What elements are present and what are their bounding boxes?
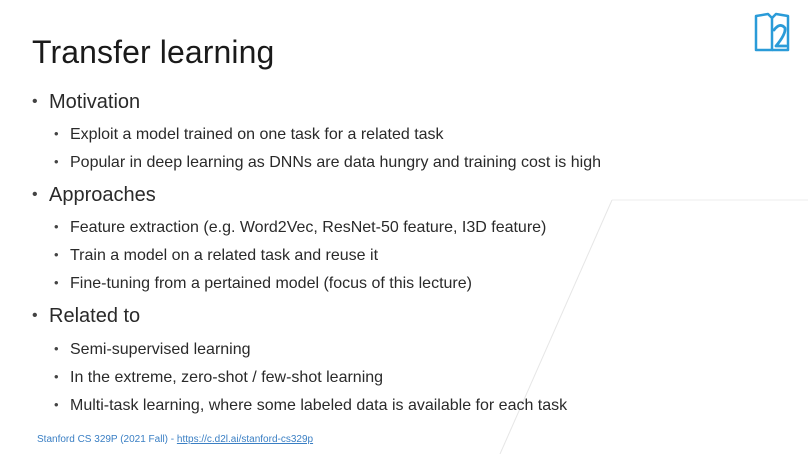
sub-bullet: • Exploit a model trained on one task for… bbox=[54, 126, 444, 144]
sub-bullet: • Multi-task learning, where some labeled… bbox=[54, 397, 567, 415]
bullet-dot: • bbox=[32, 93, 38, 110]
footer-course-link[interactable]: https://c.d2l.ai/stanford-cs329p bbox=[177, 434, 313, 445]
bullet-related-to: • Related to bbox=[32, 305, 140, 328]
sub-bullet-text: Train a model on a related task and reus… bbox=[70, 247, 379, 264]
bullet-dot: • bbox=[32, 307, 38, 324]
sub-bullet: • Popular in deep learning as DNNs are da… bbox=[54, 154, 601, 172]
slide-content: • Motivation • Exploit a model trained on … bbox=[0, 0, 808, 454]
sub-bullet-text: Popular in deep learning as DNNs are dat… bbox=[70, 154, 601, 171]
sub-bullet-dot: • bbox=[54, 397, 59, 412]
sub-bullet: • In the extreme, zero-shot / few-shot le… bbox=[54, 369, 383, 387]
bullet-label: Related to bbox=[49, 305, 141, 327]
sub-bullet: • Fine-tuning from a pertained model (foc… bbox=[54, 275, 472, 293]
sub-bullet-text: Fine-tuning from a pertained model (focu… bbox=[70, 275, 472, 292]
sub-bullet: • Semi-supervised learning bbox=[54, 341, 251, 359]
sub-bullet-dot: • bbox=[54, 154, 59, 169]
sub-bullet: • Feature extraction (e.g. Word2Vec, ResN… bbox=[54, 219, 546, 237]
sub-bullet-text: Multi-task learning, where some labeled … bbox=[70, 397, 568, 414]
sub-bullet-dot: • bbox=[54, 369, 59, 384]
sub-bullet-dot: • bbox=[54, 275, 59, 290]
sub-bullet-dot: • bbox=[54, 247, 59, 262]
bullet-motivation: • Motivation bbox=[32, 91, 140, 114]
bullet-label: Motivation bbox=[49, 91, 141, 113]
bullet-label: Approaches bbox=[49, 184, 156, 206]
sub-bullet-text: In the extreme, zero-shot / few-shot lea… bbox=[70, 369, 384, 386]
footer-course-text: Stanford CS 329P (2021 Fall) - bbox=[37, 434, 177, 445]
sub-bullet-text: Feature extraction (e.g. Word2Vec, ResNe… bbox=[70, 219, 547, 236]
sub-bullet-dot: • bbox=[54, 219, 59, 234]
sub-bullet-text: Exploit a model trained on one task for … bbox=[70, 126, 444, 143]
bullet-dot: • bbox=[32, 186, 38, 203]
bullet-approaches: • Approaches bbox=[32, 184, 156, 207]
sub-bullet-dot: • bbox=[54, 341, 59, 356]
slide-footer: Stanford CS 329P (2021 Fall) - https://c… bbox=[37, 434, 313, 445]
slide: Transfer learning • Motivation • Exploit a… bbox=[0, 0, 808, 454]
sub-bullet: • Train a model on a related task and reu… bbox=[54, 247, 378, 265]
sub-bullet-dot: • bbox=[54, 126, 59, 141]
sub-bullet-text: Semi-supervised learning bbox=[70, 341, 251, 358]
